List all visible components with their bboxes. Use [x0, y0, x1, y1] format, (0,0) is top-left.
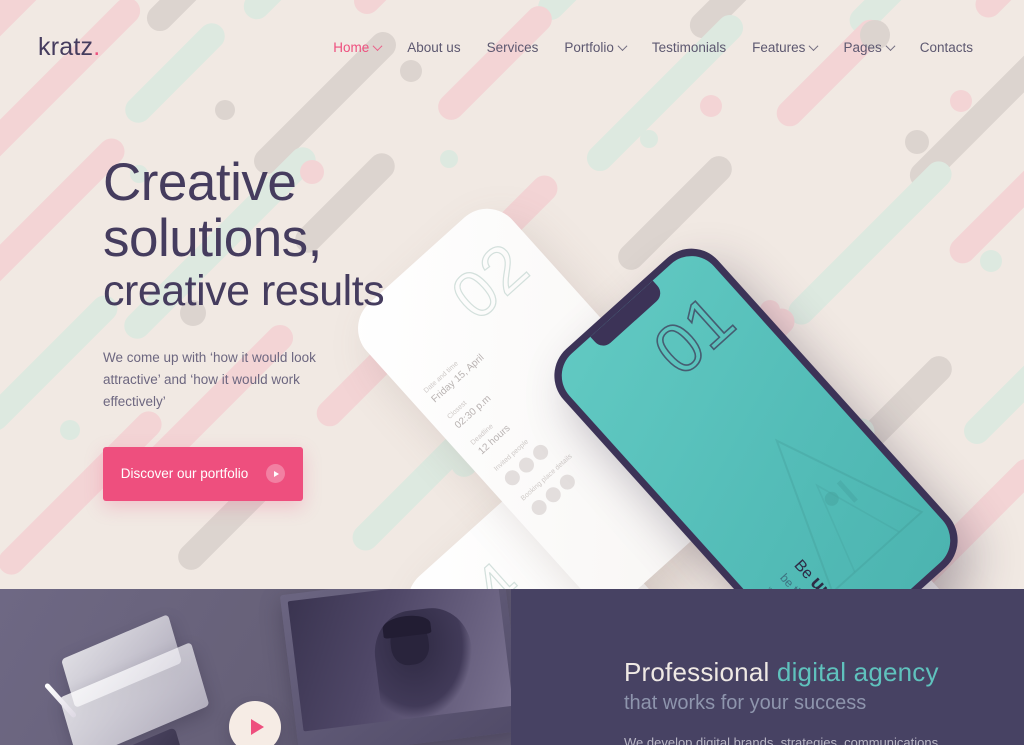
nav-item-pages[interactable]: Pages: [830, 40, 906, 55]
main-navigation: Home About us Services Portfolio Testimo…: [320, 40, 986, 55]
decorative-dot: [700, 95, 722, 117]
nav-item-features[interactable]: Features: [739, 40, 830, 55]
logo-text: kratz: [38, 33, 94, 61]
nav-label-features: Features: [752, 40, 806, 55]
nav-item-services[interactable]: Services: [474, 40, 552, 55]
agency-heading: Professional digital agency: [624, 657, 1024, 688]
chevron-down-icon: [372, 41, 383, 52]
play-button-icon: [250, 719, 264, 735]
nav-item-home[interactable]: Home: [320, 40, 394, 55]
decorative-dot: [60, 420, 80, 440]
discover-portfolio-button[interactable]: Discover our portfolio: [103, 446, 303, 501]
app-icon: [556, 471, 578, 493]
hero-heading-line-1: Creative: [103, 153, 297, 212]
app-icon: [528, 496, 550, 519]
hero-heading-line-2: solutions,: [103, 209, 322, 269]
chevron-down-icon: [617, 41, 628, 52]
play-arrow-icon: [266, 464, 286, 483]
phone-01-illustration: [774, 438, 924, 589]
chevron-down-icon: [885, 41, 896, 52]
chevron-down-icon: [808, 41, 819, 52]
avatar: [530, 441, 552, 463]
device-mockup-stack: [0, 614, 225, 745]
nav-label-pages: Pages: [843, 40, 882, 55]
app-icon: [542, 484, 564, 506]
laptop-screen: [287, 589, 511, 732]
hero-heading-line-3: creative results: [103, 267, 385, 316]
nav-item-contacts[interactable]: Contacts: [907, 40, 986, 55]
hero-subtext: We come up with ‘how it would look attra…: [103, 349, 316, 409]
nav-label-contacts: Contacts: [919, 40, 973, 55]
logo[interactable]: kratz.: [38, 33, 100, 62]
agency-heading-accent: digital agency: [776, 657, 939, 687]
hero-copy: Creative solutions, creative results We …: [103, 153, 523, 501]
decorative-dot: [215, 100, 235, 120]
hero-section: kratz. Home About us Services Portfolio: [0, 0, 1024, 589]
agency-section: Professional digital agency that works f…: [0, 589, 1024, 745]
site-header: kratz. Home About us Services Portfolio: [0, 0, 1024, 95]
nav-item-portfolio[interactable]: Portfolio: [551, 40, 639, 55]
cta-label: Discover our portfolio: [120, 466, 249, 481]
nav-label-testimonials: Testimonials: [651, 40, 727, 55]
nav-label-services: Services: [486, 40, 539, 55]
laptop-mockup: [279, 589, 511, 745]
phone-mockups-group: 04 03 02 Date and time Friday 15, April …: [344, 194, 1024, 589]
logo-dot: .: [93, 33, 101, 61]
landing-page: kratz. Home About us Services Portfolio: [0, 0, 1024, 745]
phone-number-04: 04: [430, 546, 537, 589]
nav-label-home: Home: [333, 40, 370, 55]
decorative-dot: [905, 130, 929, 154]
nav-item-about-us[interactable]: About us: [394, 40, 473, 55]
nav-item-testimonials[interactable]: Testimonials: [639, 40, 739, 55]
decorative-dot: [640, 130, 658, 148]
nav-label-about-us: About us: [407, 40, 461, 55]
agency-text-panel: Professional digital agency that works f…: [511, 589, 1024, 745]
video-play-button[interactable]: [229, 701, 281, 745]
agency-heading-plain: Professional: [624, 657, 777, 687]
nav-label-portfolio: Portfolio: [564, 40, 614, 55]
agency-paragraph: We develop digital brands, strategies, c…: [624, 735, 939, 745]
agency-subheading: that works for your success: [624, 692, 867, 714]
